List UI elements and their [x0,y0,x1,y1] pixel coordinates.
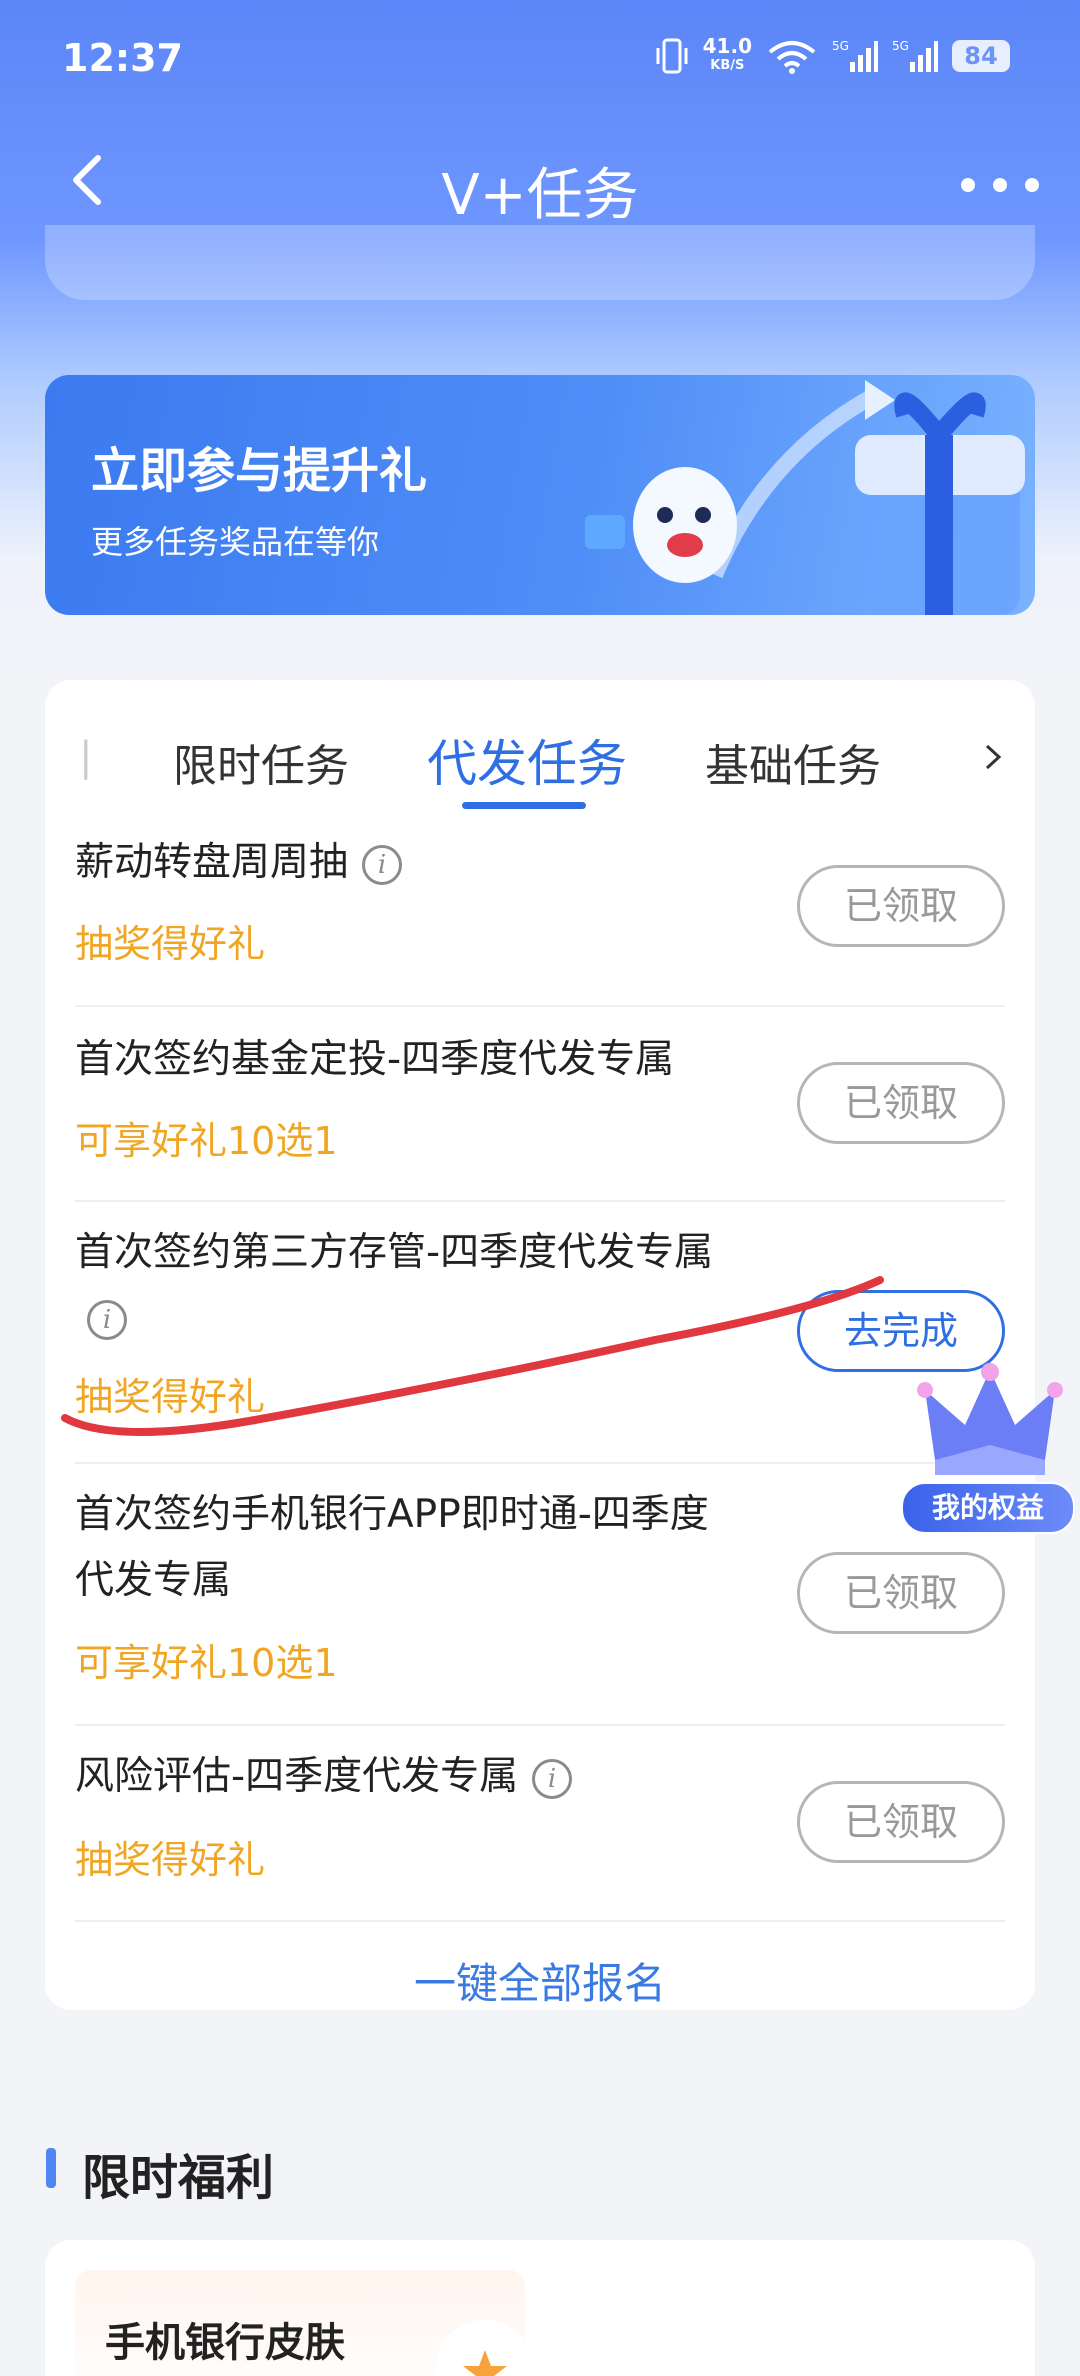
claimed-button[interactable]: 已领取 [797,865,1005,947]
info-icon[interactable]: i [362,844,403,885]
task-row: 风险评估-四季度代发专属 i 抽奖得好礼 已领取 [75,1724,1005,1922]
task-row: 薪动转盘周周抽 i 抽奖得好礼 已领取 [75,810,1005,1007]
task-name: 薪动转盘周周抽 i [75,830,403,896]
task-name: 首次签约第三方存管-四季度代发专属 [75,1230,714,1275]
notice-bar[interactable] [45,225,1035,300]
section-marker [46,2148,56,2188]
more-options-icon[interactable] [950,170,1050,200]
page-title: V+任务 [441,163,639,228]
claimed-button[interactable]: 已领取 [797,1552,1005,1634]
status-icons: 41.0 KB/S 5G 5G 84 [655,36,1010,76]
task-row: 首次签约手机银行APP即时通-四季度 代发专属 可享好礼10选1 已领取 [75,1462,1005,1726]
task-info: i [75,1285,127,1351]
task-tabs: | 限时任务 代发任务 基础任务 [45,680,1035,810]
status-bar: 12:37 41.0 KB/S 5G 5G 84 [0,0,1080,110]
benefit-name: 手机银行皮肤 [105,2320,345,2366]
svg-text:5G: 5G [832,39,849,53]
benefit-card: 手机银行皮肤 [45,2240,1035,2376]
task-row: 首次签约第三方存管-四季度代发专属 i 抽奖得好礼 去完成 [75,1200,1005,1464]
task-name-line2: 代发专属 [75,1558,232,1603]
task-name: 首次签约基金定投-四季度代发专属 [75,1037,675,1082]
signal-5g-icon-2: 5G [892,39,938,72]
promo-banner[interactable]: 立即参与提升礼 更多任务奖品在等你 [45,375,1035,615]
signup-all-button[interactable]: 一键全部报名 [45,1950,1035,2011]
info-icon[interactable]: i [87,1299,127,1340]
banner-subtitle: 更多任务奖品在等你 [91,523,380,561]
tab-active-indicator [462,802,586,809]
star-icon [435,2320,535,2376]
battery-indicator: 84 [952,40,1010,72]
task-card: | 限时任务 代发任务 基础任务 薪动转盘周周抽 i 抽奖得好礼 已领取 首次签约… [45,680,1035,2010]
task-reward: 抽奖得好礼 [75,922,266,966]
task-reward: 抽奖得好礼 [75,1838,266,1882]
page: 12:37 41.0 KB/S 5G 5G 84 V+任务 立即参与提升礼 更多… [0,0,1080,2376]
wifi-icon [768,41,816,74]
tab-overflow-left: | [79,734,93,780]
claimed-button[interactable]: 已领取 [797,1062,1005,1144]
signal-5g-icon: 5G [832,39,878,72]
chevron-right-icon[interactable] [977,742,1007,772]
info-icon[interactable]: i [532,1758,573,1799]
my-benefits-float[interactable]: 我的权益 [895,1350,1080,1535]
crown-icon [917,1363,1063,1475]
claimed-button[interactable]: 已领取 [797,1781,1005,1863]
net-speed: 41.0 KB/S [702,34,752,73]
benefit-item[interactable]: 手机银行皮肤 [75,2270,535,2376]
task-reward: 可享好礼10选1 [75,1119,338,1163]
task-reward: 可享好礼10选1 [75,1641,338,1685]
section-title: 限时福利 [82,2150,275,2206]
tab-basic[interactable]: 基础任务 [705,730,881,794]
gift-box-illustration [585,380,1025,615]
status-time: 12:37 [62,36,183,80]
svg-text:5G: 5G [892,39,909,53]
vibrate-icon [656,38,688,74]
task-name: 风险评估-四季度代发专属 i [75,1744,573,1810]
task-row: 首次签约基金定投-四季度代发专属 可享好礼10选1 已领取 [75,1005,1005,1202]
task-name: 首次签约手机银行APP即时通-四季度 [75,1492,709,1537]
task-reward: 抽奖得好礼 [75,1375,266,1419]
my-benefits-label: 我的权益 [901,1482,1075,1534]
tab-limited-time[interactable]: 限时任务 [173,730,349,794]
tab-payroll[interactable]: 代发任务 [427,724,627,796]
banner-title: 立即参与提升礼 [91,443,428,499]
